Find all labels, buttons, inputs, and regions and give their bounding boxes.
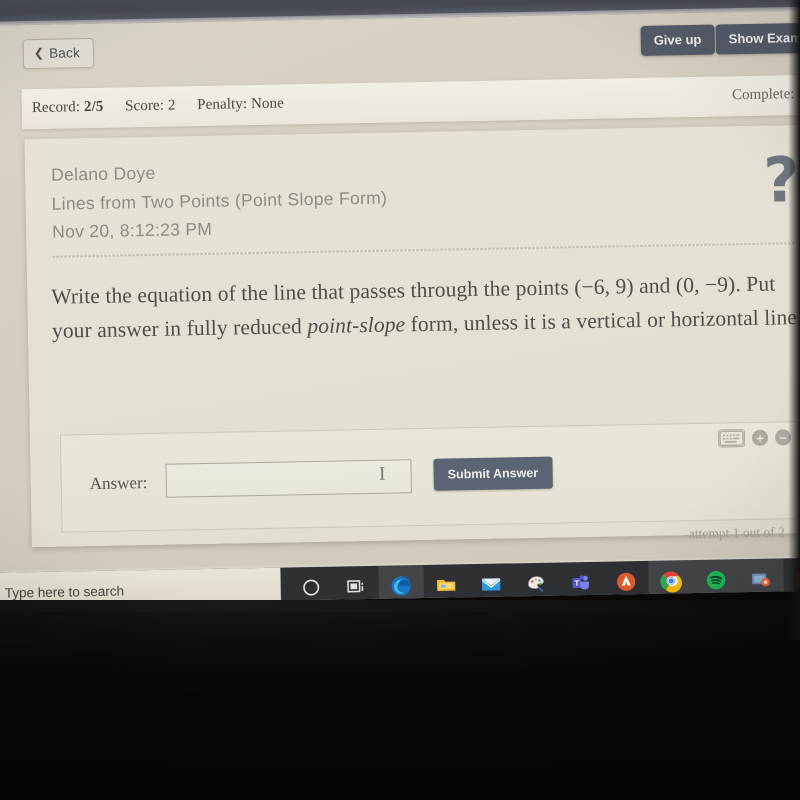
problem-timestamp: Nov 20, 8:12:23 PM bbox=[51, 218, 213, 242]
question-emphasis: point-slope bbox=[307, 312, 406, 339]
answer-input[interactable] bbox=[165, 459, 413, 498]
top-toolbar: ❮ Back Give up Show Example bbox=[1, 21, 800, 80]
taskbar-search-placeholder: Type here to search bbox=[4, 582, 125, 601]
svg-text:T: T bbox=[574, 578, 579, 587]
laptop-screen: ❮ Back Give up Show Example Record: 2/5 … bbox=[0, 0, 800, 606]
divider bbox=[52, 242, 795, 258]
chrome-icon[interactable] bbox=[648, 560, 695, 601]
answer-panel: + − Answer: I Submit Answer attempt 1 ou… bbox=[59, 421, 800, 541]
adobe-icon[interactable] bbox=[603, 561, 649, 602]
teams-icon[interactable]: T bbox=[558, 562, 604, 603]
question-line-2b: form, unless it is a vertical or horizon… bbox=[404, 304, 800, 337]
penalty-label: Penalty: bbox=[197, 96, 248, 114]
file-explorer-icon[interactable] bbox=[423, 564, 469, 605]
keyboard-icon[interactable] bbox=[717, 429, 746, 448]
score-value: 2 bbox=[167, 97, 176, 114]
answer-tools: + − bbox=[717, 428, 792, 448]
attempt-counter: attempt 1 out of 2 bbox=[688, 524, 785, 542]
question-text: Write the equation of the line that pass… bbox=[51, 267, 800, 349]
plus-circle-icon[interactable]: + bbox=[751, 429, 769, 446]
mail-icon[interactable] bbox=[468, 563, 514, 604]
pdf-icon[interactable]: A bbox=[783, 558, 800, 599]
problem-header: Delano Doye Lines from Two Points (Point… bbox=[51, 155, 388, 247]
show-example-button[interactable]: Show Example bbox=[715, 22, 800, 55]
question-line-1: Write the equation of the line that pass… bbox=[51, 272, 742, 309]
submit-answer-button[interactable]: Submit Answer bbox=[433, 456, 553, 491]
complete-percentage: Complete: 40% bbox=[731, 86, 800, 104]
score-label: Score: bbox=[124, 97, 165, 115]
record-value: 2/5 bbox=[83, 98, 104, 116]
photos-icon[interactable] bbox=[738, 558, 784, 600]
spotify-icon[interactable] bbox=[693, 559, 739, 601]
problem-card: Delano Doye Lines from Two Points (Point… bbox=[24, 124, 800, 548]
chevron-left-icon: ❮ bbox=[33, 45, 45, 60]
back-button-label: Back bbox=[49, 45, 81, 61]
give-up-button[interactable]: Give up bbox=[640, 24, 715, 56]
dark-room-gradient bbox=[0, 612, 800, 800]
status-bar: Record: 2/5 Score: 2 Penalty: None Compl… bbox=[21, 74, 800, 130]
paint-icon[interactable] bbox=[513, 563, 559, 604]
question-mark-icon[interactable]: ? bbox=[763, 143, 800, 217]
page-content: ❮ Back Give up Show Example Record: 2/5 … bbox=[0, 0, 800, 574]
back-button[interactable]: ❮ Back bbox=[22, 37, 95, 70]
photo-of-laptop-screen: ❮ Back Give up Show Example Record: 2/5 … bbox=[0, 0, 800, 800]
answer-label: Answer: bbox=[89, 473, 148, 494]
penalty-value: None bbox=[250, 95, 285, 113]
status-bar-left: Record: 2/5 Score: 2 Penalty: None bbox=[32, 95, 284, 117]
text-cursor-icon: I bbox=[378, 463, 386, 485]
minus-circle-icon[interactable]: − bbox=[774, 429, 792, 446]
record-label: Record: bbox=[31, 99, 81, 117]
